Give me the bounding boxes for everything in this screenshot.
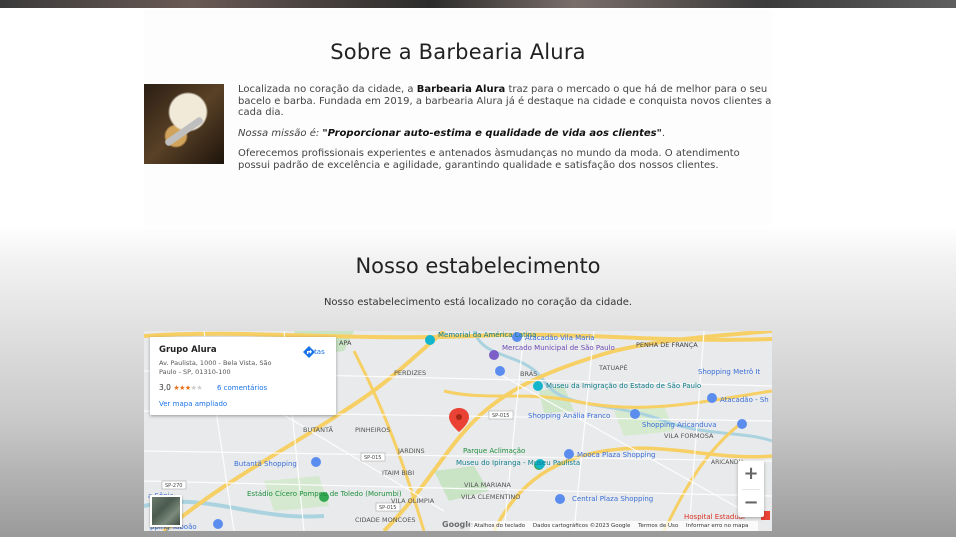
svg-text:Museu do Ipiranga - Museu Paul: Museu do Ipiranga - Museu Paulista	[456, 459, 580, 467]
svg-text:CIDADE MONCOES: CIDADE MONCOES	[355, 516, 415, 524]
map-data-text: Dados cartográficos ©2023 Google	[532, 523, 631, 529]
establishment-title: Nosso estabelecimento	[355, 254, 601, 278]
poi-taboao-icon	[213, 519, 223, 529]
zoom-controls: + −	[738, 461, 764, 517]
mission-paragraph: Nossa missão é: "Proporcionar auto-estim…	[238, 127, 666, 139]
poi-central-plaza-icon	[555, 494, 565, 504]
directions-button[interactable]: Rotas	[302, 345, 328, 377]
brand-name: Barbearia Alura	[416, 84, 506, 95]
svg-text:Mooca Plaza Shopping: Mooca Plaza Shopping	[577, 451, 656, 459]
about-paragraph-3: Oferecemos profissionais experientes e a…	[238, 148, 740, 171]
road-shield: SP-015	[364, 455, 381, 461]
svg-text:Central Plaza Shopping: Central Plaza Shopping	[572, 495, 653, 503]
svg-text:PINHEIROS: PINHEIROS	[355, 426, 390, 434]
embedded-map[interactable]: SP-015 SP-015 SP-270 SP-015 Memorial da …	[144, 331, 772, 531]
satellite-layer-toggle[interactable]	[150, 495, 182, 527]
terms-link[interactable]: Termos de Uso	[638, 523, 678, 529]
svg-text:VILA MARIANA: VILA MARIANA	[464, 481, 511, 489]
svg-text:BRÁS: BRÁS	[520, 369, 537, 378]
svg-text:Estádio Cícero Pompeu de Toled: Estádio Cícero Pompeu de Toledo (Morumbi…	[247, 490, 402, 498]
svg-text:VILA FORMOSA: VILA FORMOSA	[664, 432, 714, 440]
svg-text:Atacadão Vila Maria: Atacadão Vila Maria	[525, 334, 595, 342]
svg-text:Hospital Estadual: Hospital Estadual	[684, 513, 745, 521]
poi-atacadao-icon	[707, 393, 717, 403]
reviews-link[interactable]: 6 comentários	[217, 384, 267, 392]
zoom-in-button[interactable]: +	[738, 461, 764, 489]
about-text: Localizada no coração da cidade, a Barbe…	[144, 84, 772, 180]
poi-mooca-icon	[564, 449, 574, 459]
svg-text:ITAIM BIBI: ITAIM BIBI	[382, 469, 414, 477]
place-info-card: Grupo Alura Av. Paulista, 1000 - Bela Vi…	[150, 337, 336, 415]
directions-icon	[303, 346, 315, 358]
place-rating: 3,0 ★★★★★	[159, 383, 203, 392]
svg-text:VILA CLEMENTINO: VILA CLEMENTINO	[461, 493, 520, 501]
road-shield: SP-015	[379, 505, 396, 511]
about-section: Sobre a Barbearia Alura Localizada no co…	[144, 10, 772, 225]
svg-text:Museu da Imigração do Estado d: Museu da Imigração do Estado de São Paul…	[546, 382, 701, 390]
rating-stars-icon: ★★★★★	[173, 384, 203, 392]
svg-text:TATUAPÉ: TATUAPÉ	[598, 363, 628, 372]
map-attribution: Atalhos do teclado Dados cartográficos ©…	[470, 521, 759, 531]
svg-text:Memorial da América Latina: Memorial da América Latina	[438, 331, 536, 339]
svg-text:Parque Aclimação: Parque Aclimação	[463, 447, 525, 455]
poi-memorial-icon	[425, 335, 435, 345]
svg-text:Butantã Shopping: Butantã Shopping	[234, 460, 297, 468]
poi-aricanduva-icon	[737, 419, 747, 429]
enlarge-map-link[interactable]: Ver mapa ampliado	[159, 400, 227, 408]
poi-museu-imigracao-icon	[533, 381, 543, 391]
poi-analia-icon	[630, 409, 640, 419]
poi-butanta-shopping-icon	[311, 457, 321, 467]
poi-bras-icon	[495, 366, 505, 376]
place-name: Grupo Alura	[159, 345, 217, 355]
svg-text:Mercado Municipal de São Paulo: Mercado Municipal de São Paulo	[502, 344, 615, 352]
svg-text:Shopping Metrô It: Shopping Metrô It	[698, 368, 760, 376]
svg-text:PERDIZES: PERDIZES	[394, 369, 426, 377]
about-title: Sobre a Barbearia Alura	[330, 40, 586, 64]
establishment-subtitle: Nosso estabelecimento está localizado no…	[323, 297, 633, 308]
hero-image-strip	[0, 0, 956, 8]
svg-text:BUTANTÃ: BUTANTÃ	[303, 425, 333, 434]
report-error-link[interactable]: Informar erro no mapa	[686, 523, 748, 529]
zoom-out-button[interactable]: −	[738, 490, 764, 518]
keyboard-shortcuts-link[interactable]: Atalhos do teclado	[474, 523, 525, 529]
road-shield: SP-015	[492, 413, 509, 419]
place-address: Av. Paulista, 1000 - Bela Vista, São Pau…	[159, 359, 272, 376]
svg-text:APA: APA	[339, 339, 352, 347]
svg-text:Atacadão - Sh: Atacadão - Sh	[720, 396, 769, 404]
road-shield: SP-270	[165, 483, 182, 489]
poi-mercado-icon	[489, 350, 499, 360]
svg-text:Shopping Aricanduva: Shopping Aricanduva	[642, 421, 717, 429]
about-paragraph-1: Localizada no coração da cidade, a Barbe…	[238, 84, 772, 118]
svg-text:Shopping Anália Franco: Shopping Anália Franco	[528, 412, 610, 420]
svg-text:JARDINS: JARDINS	[397, 447, 425, 455]
google-logo: Google	[442, 520, 474, 529]
svg-text:VILA OLIMPIA: VILA OLIMPIA	[391, 497, 435, 505]
svg-text:PENHA DE FRANÇA: PENHA DE FRANÇA	[636, 341, 698, 349]
